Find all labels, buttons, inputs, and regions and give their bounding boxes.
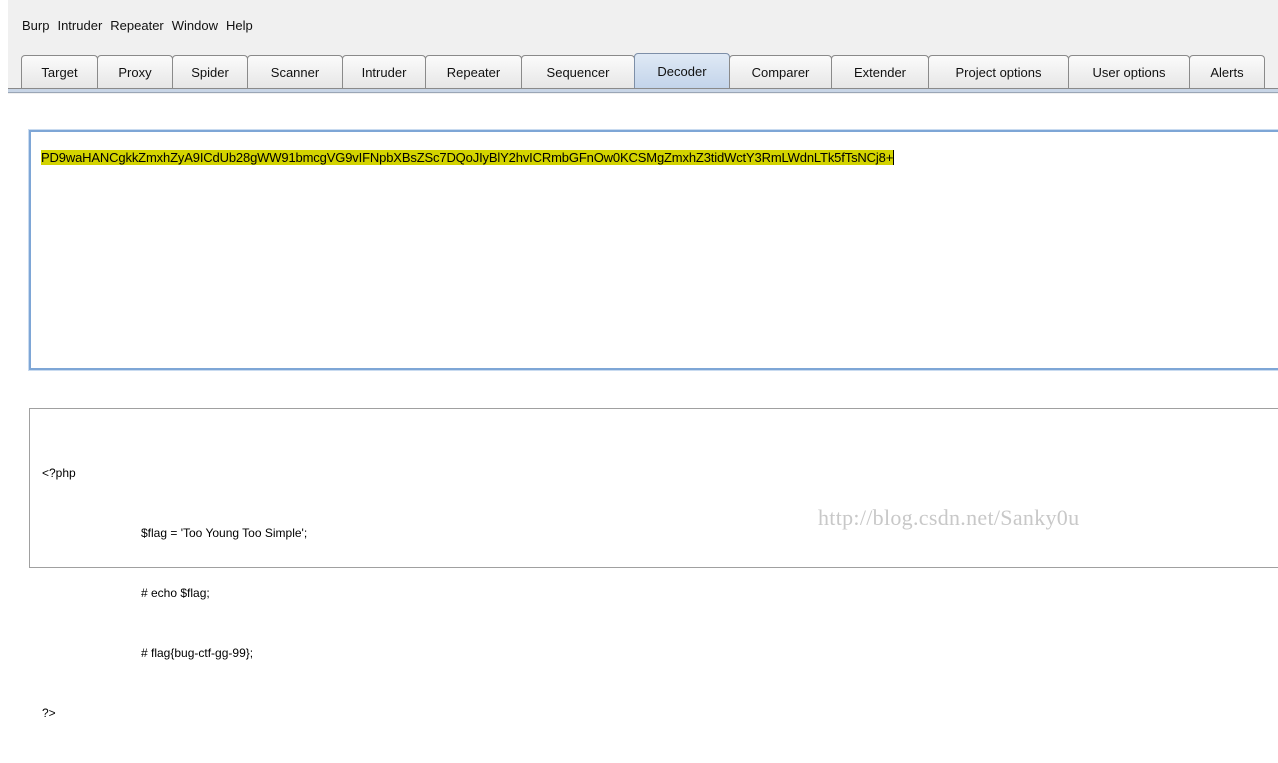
tab-separator: [8, 88, 1278, 93]
tab-project-options[interactable]: Project options: [928, 55, 1069, 88]
menu-repeater[interactable]: Repeater: [106, 18, 167, 33]
tab-alerts[interactable]: Alerts: [1189, 55, 1265, 88]
menu-intruder[interactable]: Intruder: [53, 18, 106, 33]
tab-scanner[interactable]: Scanner: [247, 55, 343, 88]
tab-proxy[interactable]: Proxy: [97, 55, 173, 88]
tab-sequencer[interactable]: Sequencer: [521, 55, 635, 88]
menu-bar: Burp Intruder Repeater Window Help: [8, 10, 1278, 40]
output-line: # flag{bug-ctf-gg-99};: [141, 646, 254, 660]
text-caret: [893, 150, 895, 165]
menu-help[interactable]: Help: [222, 18, 257, 33]
output-line: # echo $flag;: [141, 586, 210, 600]
output-line: ?>: [42, 706, 56, 720]
encoded-text-selection: PD9waHANCgkkZmxhZyA9ICdUb28gWW91bmcgVG9v…: [41, 150, 894, 165]
tab-extender[interactable]: Extender: [831, 55, 929, 88]
tab-spider[interactable]: Spider: [172, 55, 248, 88]
tab-target[interactable]: Target: [21, 55, 98, 88]
tab-comparer[interactable]: Comparer: [729, 55, 832, 88]
tab-intruder[interactable]: Intruder: [342, 55, 426, 88]
main-tab-bar: Target Proxy Spider Scanner Intruder Rep…: [21, 52, 1265, 88]
encoded-text[interactable]: PD9waHANCgkkZmxhZyA9ICdUb28gWW91bmcgVG9v…: [41, 150, 895, 165]
menu-window[interactable]: Window: [168, 18, 222, 33]
output-line: <?php: [42, 466, 76, 480]
decoder-input-area[interactable]: PD9waHANCgkkZmxhZyA9ICdUb28gWW91bmcgVG9v…: [29, 130, 1278, 370]
tab-repeater[interactable]: Repeater: [425, 55, 522, 88]
tab-decoder[interactable]: Decoder: [634, 53, 730, 88]
decoder-output-area[interactable]: <?php $flag = 'Too Young Too Simple'; # …: [29, 408, 1278, 720]
decoded-output: <?php $flag = 'Too Young Too Simple'; # …: [42, 423, 307, 763]
tab-user-options[interactable]: User options: [1068, 55, 1190, 88]
watermark: http://blog.csdn.net/Sanky0u: [818, 505, 1080, 530]
output-line: $flag = 'Too Young Too Simple';: [141, 526, 308, 540]
menu-burp[interactable]: Burp: [8, 18, 53, 33]
